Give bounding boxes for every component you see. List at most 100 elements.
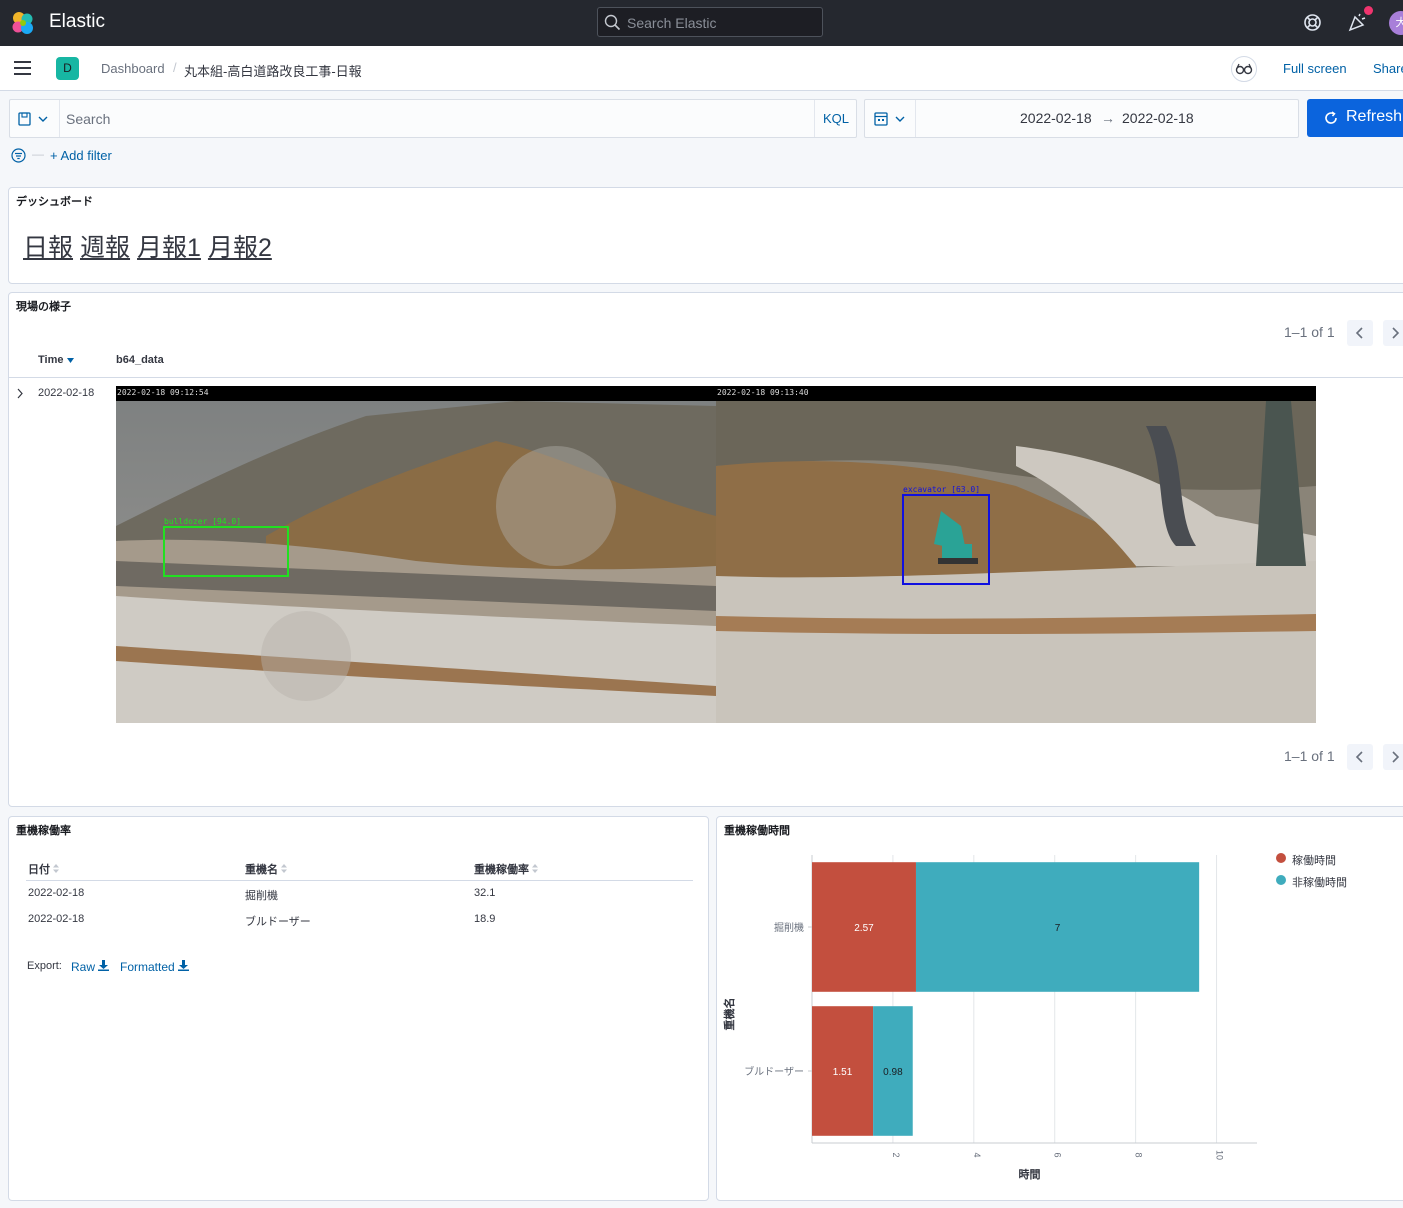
column-header-date-label: 日付	[28, 864, 50, 876]
link-weekly-report[interactable]: 週報	[80, 234, 130, 262]
refresh-button[interactable]: Refresh	[1307, 99, 1403, 137]
space-avatar[interactable]: D	[56, 57, 79, 80]
prev-page-button-bottom[interactable]	[1347, 744, 1373, 770]
add-filter-button[interactable]: + Add filter	[50, 148, 112, 163]
glasses-icon	[1235, 63, 1253, 75]
menu-icon[interactable]	[14, 61, 31, 75]
legend-label-idle: 非稼働時間	[1292, 877, 1347, 889]
link-monthly-report-1[interactable]: 月報1	[137, 234, 201, 262]
quick-date-menu-button[interactable]	[865, 100, 916, 137]
filter-options-icon[interactable]	[11, 148, 26, 163]
detection-label-excavator: excavator [63.0]	[903, 485, 980, 494]
export-raw-link[interactable]: Raw	[71, 960, 110, 974]
pagination-top-label: 1–1 of 1	[1284, 324, 1335, 340]
panel-operating-hours-chart: 重機稼働時間 2.57 7 掘削機 1.51 0.98 ブルドーザー 2 4 6 8 10 時間 重機名…	[716, 816, 1403, 1201]
kql-toggle-button[interactable]: KQL	[814, 100, 857, 137]
panel-utilization-table: 重機稼働率 日付 重機名 重機稼働率 2022-02-18 掘削機 32.1 2…	[8, 816, 709, 1201]
x-tick-label: 4	[972, 1152, 982, 1157]
prev-page-button-top[interactable]	[1347, 320, 1373, 346]
user-avatar[interactable]: 大	[1389, 11, 1403, 35]
category-tick-label: ブルドーザー	[744, 1065, 804, 1078]
chevron-left-icon	[1355, 327, 1363, 339]
breadcrumb-bar: D Dashboard / 丸本組-高白道路改良工事-日報 Full scree…	[0, 46, 1403, 91]
end-date[interactable]: 2022-02-18	[1122, 110, 1194, 126]
breadcrumb-separator: /	[173, 60, 177, 75]
panel-site-camera: 現場の様子 1–1 of 1 Time b64_data 2022-02-18	[8, 292, 1403, 807]
next-page-button-top[interactable]	[1383, 320, 1403, 346]
panel-title: デッシュボード	[16, 196, 93, 208]
panel-title: 重機稼働率	[16, 825, 71, 837]
query-bar: Search KQL	[9, 99, 857, 138]
table-cell-date: 2022-02-18	[28, 913, 85, 925]
newsfeed-icon[interactable]	[1348, 13, 1367, 32]
chevron-left-icon	[1355, 751, 1363, 763]
column-header-date[interactable]: 日付	[28, 861, 60, 877]
breadcrumb-dashboard[interactable]: Dashboard	[101, 61, 165, 76]
camera-image-2: excavator [63.0] 2022-02-18 09:13:40	[716, 386, 1316, 723]
view-mode-button[interactable]	[1231, 56, 1257, 82]
column-header-rate-label: 重機稼働率	[474, 864, 529, 876]
legend-label-operating: 稼働時間	[1292, 855, 1336, 867]
search-icon	[604, 14, 621, 31]
global-search-placeholder: Search Elastic	[627, 15, 717, 31]
export-formatted-label: Formatted	[120, 960, 175, 974]
refresh-icon	[1325, 111, 1337, 124]
category-tick-label: 掘削機	[774, 921, 804, 934]
table-divider	[9, 377, 1403, 378]
legend-item-idle[interactable]: 非稼働時間	[1276, 874, 1347, 890]
x-tick-label: 2	[891, 1152, 901, 1157]
operating-hours-chart: 2.57 7 掘削機 1.51 0.98 ブルドーザー 2 4 6 8 10 時間 重機名	[722, 855, 1257, 1181]
camera-scene-bulldozer: bulldozer [94.0]	[116, 386, 716, 723]
expand-row-icon[interactable]	[16, 388, 24, 399]
link-monthly-report-2[interactable]: 月報2	[208, 234, 272, 262]
bar-value-label: 1.51	[833, 1067, 853, 1078]
query-input[interactable]: Search	[66, 111, 110, 127]
column-header-b64-data[interactable]: b64_data	[116, 354, 164, 366]
share-link[interactable]: Share	[1373, 61, 1403, 76]
saved-query-button[interactable]	[10, 100, 60, 137]
row-time-cell: 2022-02-18	[38, 387, 95, 399]
camera-scene-excavator: excavator [63.0]	[716, 386, 1316, 723]
table-cell-rate: 32.1	[474, 887, 496, 899]
refresh-label: Refresh	[1346, 108, 1403, 125]
arrow-right-icon: →	[1101, 110, 1115, 126]
chevron-right-icon	[1392, 751, 1400, 763]
x-axis-title: 時間	[1019, 1167, 1041, 1181]
column-header-rate[interactable]: 重機稼働率	[474, 861, 539, 877]
column-header-machine[interactable]: 重機名	[245, 861, 288, 877]
legend-item-operating[interactable]: 稼働時間	[1276, 852, 1336, 868]
export-formatted-link[interactable]: Formatted	[120, 960, 190, 974]
pagination-bottom-label: 1–1 of 1	[1284, 748, 1335, 764]
export-raw-label: Raw	[71, 960, 96, 974]
column-header-time-label: Time	[38, 354, 64, 366]
brand-name[interactable]: Elastic	[49, 11, 105, 33]
legend-swatch-operating	[1276, 853, 1286, 863]
top-header: Elastic Search Elastic 大	[0, 0, 1403, 46]
table-cell-machine: 掘削機	[245, 890, 278, 902]
y-axis-title: 重機名	[722, 998, 736, 1031]
column-header-time[interactable]: Time	[38, 354, 74, 366]
x-tick-label: 6	[1053, 1152, 1063, 1157]
full-screen-link[interactable]: Full screen	[1283, 61, 1347, 76]
download-icon	[98, 960, 110, 971]
detection-label-bulldozer: bulldozer [94.0]	[164, 517, 241, 526]
sort-down-icon	[66, 358, 74, 363]
camera-image-1: bulldozer [94.0] 2022-02-18 09:12:54	[116, 386, 716, 723]
table-cell-machine: ブルドーザー	[245, 916, 311, 928]
table-cell-date: 2022-02-18	[28, 887, 85, 899]
camera-timestamp-2: 2022-02-18 09:13:40	[716, 386, 1316, 401]
x-tick-label: 10	[1215, 1150, 1225, 1160]
link-daily-report[interactable]: 日報	[23, 234, 73, 262]
panel-dashboard-links: デッシュボード 日報 週報 月報1 月報2	[8, 187, 1403, 284]
elastic-logo-icon[interactable]	[10, 10, 36, 36]
help-icon[interactable]	[1303, 13, 1322, 32]
table-cell-rate: 18.9	[474, 913, 496, 925]
start-date[interactable]: 2022-02-18	[1020, 110, 1092, 126]
date-picker: 2022-02-18 → 2022-02-18	[864, 99, 1299, 138]
sort-icon	[53, 864, 60, 873]
next-page-button-bottom[interactable]	[1383, 744, 1403, 770]
newsfeed-badge	[1364, 6, 1373, 15]
legend-swatch-idle	[1276, 875, 1286, 885]
global-search-input[interactable]: Search Elastic	[597, 7, 823, 37]
breadcrumb-current: 丸本組-高白道路改良工事-日報	[184, 64, 362, 79]
